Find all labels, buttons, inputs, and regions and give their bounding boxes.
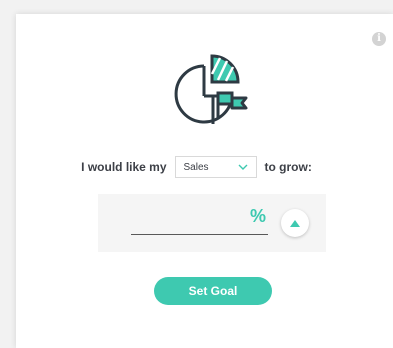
metric-select-value: Sales <box>183 161 209 173</box>
info-icon[interactable]: i <box>372 32 386 46</box>
metric-select[interactable]: Sales <box>174 156 257 178</box>
sentence-prefix: I would like my <box>81 160 167 174</box>
goal-value-input[interactable] <box>131 208 245 234</box>
increase-direction-button[interactable] <box>281 209 309 237</box>
goal-sentence: I would like my Sales to grow: <box>0 155 393 179</box>
pie-chart-with-flag-icon <box>174 54 248 124</box>
sentence-suffix: to grow: <box>264 160 312 174</box>
goal-input-panel: % <box>98 194 326 252</box>
triangle-up-icon <box>290 219 300 227</box>
goal-input-underline <box>131 234 268 235</box>
percent-unit: % <box>250 206 267 226</box>
set-goal-button[interactable]: Set Goal <box>154 277 272 305</box>
chevron-down-icon <box>238 164 248 170</box>
